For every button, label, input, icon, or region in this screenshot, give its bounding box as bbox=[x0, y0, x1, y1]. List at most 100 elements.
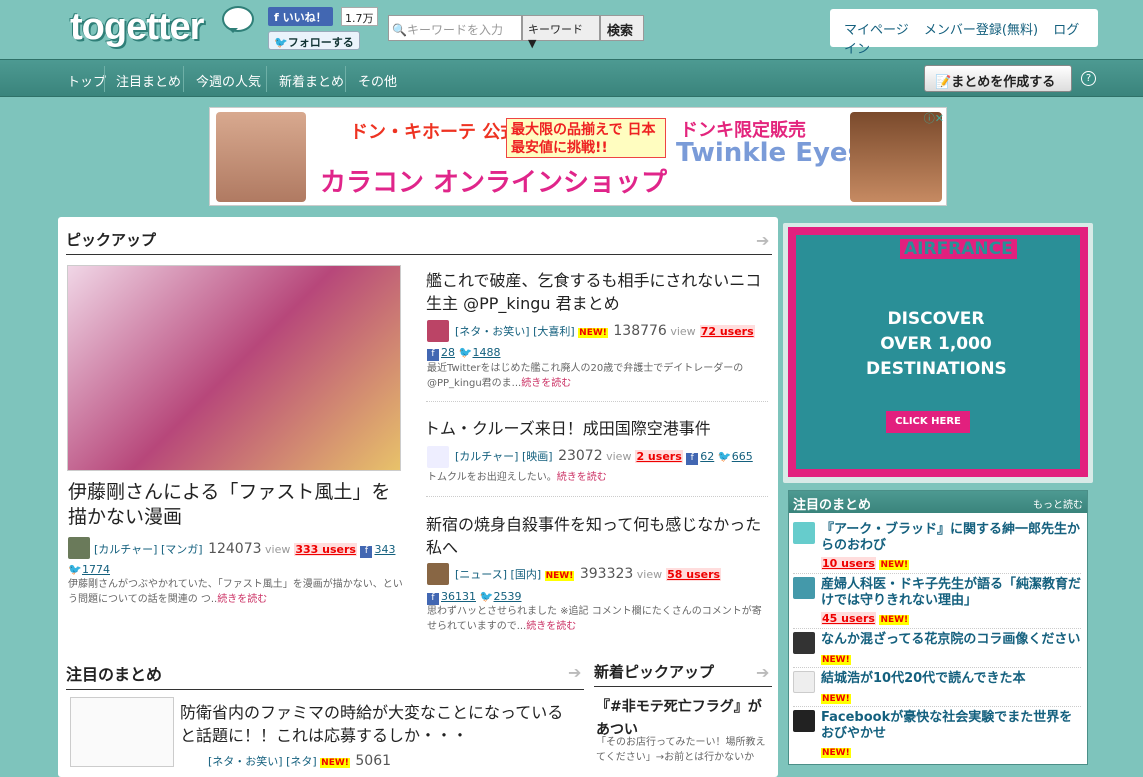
arrow-right-icon[interactable]: ➔ bbox=[568, 663, 581, 682]
fb-share: f 343 bbox=[360, 543, 395, 558]
create-matome-button[interactable]: 📝まとめを作成する bbox=[924, 65, 1072, 92]
users-badge[interactable]: 45 users bbox=[821, 612, 876, 625]
more-link[interactable]: もっと読む bbox=[1033, 496, 1083, 511]
view-label: view bbox=[636, 568, 663, 581]
twitter-bird-icon: 🐦 bbox=[458, 346, 473, 359]
view-count: 124073 bbox=[208, 541, 262, 557]
popular-box: 注目のまとめ もっと読む 『アーク・ブラッド』に関する紳一郎先生からのおわび 10… bbox=[788, 490, 1088, 765]
divider bbox=[426, 496, 768, 497]
view-label: view bbox=[606, 450, 632, 463]
twitter-bird-icon: 🐦 bbox=[479, 590, 494, 603]
read-more-link[interactable]: 続きを読む bbox=[526, 621, 576, 632]
category[interactable]: [ネタ・お笑い] [大喜利] bbox=[455, 325, 575, 338]
matome-thumbnail[interactable] bbox=[70, 697, 174, 767]
togetter-logo[interactable]: togetter bbox=[70, 6, 204, 49]
user-links: マイページ メンバー登録(無料) ログイン bbox=[830, 9, 1098, 57]
tw-count[interactable]: 1488 bbox=[473, 346, 501, 359]
view-label: view bbox=[265, 543, 291, 556]
twitter-follow-button[interactable]: 🐦フォローする bbox=[268, 31, 360, 50]
desc-text: 最近Twitterをはじめた艦これ廃人の20歳で弁護士でデイトレーダーの@PP_… bbox=[427, 363, 744, 389]
popular-item-title[interactable]: なんか混ざってる花京院のコラ画像ください bbox=[821, 632, 1083, 648]
featured-item-meta: [ネタ・お笑い] [ネタ] NEW! 5061 bbox=[208, 753, 391, 769]
pickup-item-meta: [ネタ・お笑い] [大喜利] NEW! 138776 view 72 users bbox=[455, 323, 755, 339]
nav-divider bbox=[266, 66, 267, 92]
featured-section-title: 注目のまとめ bbox=[66, 661, 584, 690]
pickup-item-title[interactable]: 新宿の焼身自殺事件を知って何も感じなかった私へ bbox=[426, 513, 766, 559]
search-type-select[interactable]: キーワード ▼ bbox=[522, 15, 600, 50]
nav-item-other[interactable]: その他 bbox=[358, 71, 397, 90]
facebook-like-button[interactable]: f いいね！ bbox=[268, 7, 333, 26]
avatar[interactable] bbox=[793, 710, 815, 732]
tw-count[interactable]: 1774 bbox=[82, 563, 110, 576]
nav-divider bbox=[183, 66, 184, 92]
avatar[interactable] bbox=[427, 563, 449, 585]
avatar[interactable] bbox=[793, 671, 815, 693]
avatar[interactable] bbox=[427, 446, 449, 468]
arrow-right-icon[interactable]: ➔ bbox=[756, 231, 769, 250]
popular-item-title[interactable]: 産婦人科医・ドキ子先生が語る「純潔教育だけでは守りきれない理由」 bbox=[821, 577, 1083, 609]
avatar[interactable] bbox=[68, 537, 90, 559]
nav-item-new[interactable]: 新着まとめ bbox=[279, 71, 344, 90]
tw-count[interactable]: 2539 bbox=[494, 590, 522, 603]
users-badge[interactable]: 58 users bbox=[666, 568, 722, 581]
pickup-item-desc: 最近Twitterをはじめた艦これ廃人の20歳で弁護士でデイトレーダーの@PP_… bbox=[427, 361, 767, 391]
users-badge[interactable]: 2 users bbox=[635, 450, 683, 463]
banner-line2: カラコン オンラインショップ bbox=[320, 168, 668, 198]
users-badge[interactable]: 333 users bbox=[294, 543, 357, 556]
divider bbox=[793, 573, 1081, 574]
arrow-right-icon[interactable]: ➔ bbox=[756, 663, 769, 682]
category[interactable]: [カルチャー] [映画] bbox=[455, 450, 553, 463]
popular-item-meta: NEW! bbox=[821, 691, 851, 704]
new-badge: NEW! bbox=[821, 694, 851, 704]
nav-item-weekly[interactable]: 今週の人気 bbox=[196, 71, 261, 90]
avatar[interactable] bbox=[793, 577, 815, 599]
nav-divider bbox=[345, 66, 346, 92]
help-icon[interactable]: ? bbox=[1081, 71, 1096, 86]
popular-item-meta: 45 users NEW! bbox=[821, 612, 910, 625]
featured-meta: [カルチャー] [マンガ] 124073 view 333 users f 343 bbox=[94, 541, 395, 558]
pickup-item-desc: 思わずハッとさせられました ※追記 コメント欄にたくさんのコメントが寄せられてい… bbox=[427, 604, 767, 634]
view-count: 5061 bbox=[355, 753, 392, 769]
search-input[interactable]: 🔍キーワードを入力 bbox=[388, 15, 522, 41]
mypage-link[interactable]: マイページ bbox=[844, 23, 909, 38]
pickup-item-title[interactable]: トム・クルーズ来日！成田国際空港事件 bbox=[424, 417, 764, 440]
search-placeholder: キーワードを入力 bbox=[406, 23, 503, 37]
users-badge[interactable]: 72 users bbox=[699, 325, 755, 338]
tw-follow-label: フォローする bbox=[287, 36, 354, 49]
main-content: ピックアップ ➔ 伊藤剛さんによる「ファスト風土」を描かない漫画 [カルチャー]… bbox=[58, 217, 778, 777]
ad-cta-button[interactable]: CLICK HERE bbox=[886, 411, 970, 433]
users-badge[interactable]: 10 users bbox=[821, 557, 876, 570]
read-more-link[interactable]: 続きを読む bbox=[557, 472, 607, 483]
featured-title[interactable]: 伊藤剛さんによる「ファスト風土」を描かない漫画 bbox=[68, 480, 408, 530]
airfrance-ad[interactable]: AIRFRANCE DISCOVER OVER 1,000 DESTINATIO… bbox=[788, 227, 1088, 477]
category[interactable]: [ニュース] [国内] bbox=[455, 568, 541, 581]
pickup-item-shares: f 36131 🐦2539 bbox=[427, 590, 522, 605]
pickup-item-title[interactable]: 艦これで破産、乞食するも相手にされないニコ生主 @PP_kingu 君まとめ bbox=[426, 269, 766, 315]
nav-divider bbox=[104, 66, 105, 92]
search-button[interactable]: 検索 bbox=[600, 15, 644, 41]
avatar[interactable] bbox=[793, 522, 815, 544]
featured-thumbnail[interactable] bbox=[67, 265, 401, 471]
tw-count[interactable]: 665 bbox=[732, 450, 753, 463]
ad-close-icon[interactable]: ⓘ✕ bbox=[924, 110, 944, 126]
ad-banner[interactable]: ドン・キホーテ 公式サイトはここだけ カラコン オンラインショップ 最大限の品揃… bbox=[209, 107, 947, 206]
new-badge: NEW! bbox=[879, 560, 910, 570]
avatar[interactable] bbox=[793, 632, 815, 654]
read-more-link[interactable]: 続きを読む bbox=[217, 594, 267, 605]
avatar[interactable] bbox=[427, 320, 449, 342]
category[interactable]: [カルチャー] [マンガ] bbox=[94, 543, 203, 556]
fb-count[interactable]: 28 bbox=[441, 346, 455, 359]
view-count: 23072 bbox=[558, 448, 603, 464]
fb-count[interactable]: 62 bbox=[700, 450, 714, 463]
nav-item-featured[interactable]: 注目まとめ bbox=[116, 71, 181, 90]
register-link[interactable]: メンバー登録(無料) bbox=[924, 23, 1038, 38]
nav-item-top[interactable]: トップ bbox=[67, 71, 106, 90]
featured-item-title[interactable]: 防衛省内のファミマの時給が大変なことになっていると話題に！！これは応募するしか・… bbox=[180, 701, 572, 747]
popular-item-title[interactable]: Facebookが豪快な社会実験でまた世界をおびやかせ bbox=[821, 710, 1083, 742]
fb-count[interactable]: 343 bbox=[374, 543, 395, 556]
speech-bubble-icon bbox=[222, 6, 254, 33]
popular-item-title[interactable]: 結城浩が10代20代で読んできた本 bbox=[821, 671, 1083, 687]
read-more-link[interactable]: 続きを読む bbox=[521, 378, 571, 389]
popular-item-title[interactable]: 『アーク・ブラッド』に関する紳一郎先生からのおわび bbox=[821, 522, 1083, 554]
fb-count[interactable]: 36131 bbox=[441, 590, 476, 603]
